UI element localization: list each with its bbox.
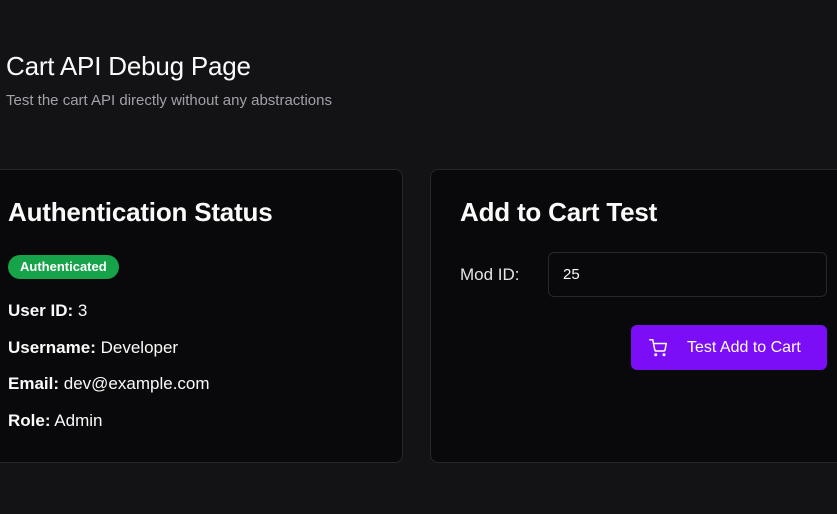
- mod-id-input[interactable]: [548, 252, 827, 297]
- mod-id-label: Mod ID:: [460, 265, 520, 284]
- page-header: Cart API Debug Page Test the cart API di…: [6, 50, 332, 110]
- shopping-cart-icon: [649, 338, 667, 357]
- user-id-label: User ID:: [8, 301, 74, 320]
- status-badge: Authenticated: [8, 255, 119, 279]
- email-value: dev@example.com: [63, 374, 210, 393]
- username-label: Username:: [8, 338, 96, 357]
- cart-card-title: Add to Cart Test: [460, 197, 658, 227]
- page-title: Cart API Debug Page: [6, 51, 251, 81]
- test-add-to-cart-label: Test Add to Cart: [687, 338, 801, 356]
- role-row: Role: Admin: [8, 411, 102, 431]
- test-add-to-cart-button[interactable]: Test Add to Cart: [631, 325, 827, 370]
- user-id-value: 3: [77, 301, 88, 320]
- user-id-row: User ID: 3: [8, 301, 87, 321]
- auth-card-title: Authentication Status: [8, 197, 273, 227]
- authentication-status-card: Authentication Status Authenticated User…: [0, 169, 403, 463]
- role-value: Admin: [54, 411, 103, 430]
- username-row: Username: Developer: [8, 338, 178, 358]
- add-to-cart-card: Add to Cart Test Mod ID: Test Add to Car…: [430, 169, 837, 463]
- email-row: Email: dev@example.com: [8, 374, 210, 394]
- page-subtitle: Test the cart API directly without any a…: [6, 92, 332, 109]
- email-label: Email:: [8, 374, 60, 393]
- username-value: Developer: [100, 338, 179, 357]
- role-label: Role:: [8, 411, 51, 430]
